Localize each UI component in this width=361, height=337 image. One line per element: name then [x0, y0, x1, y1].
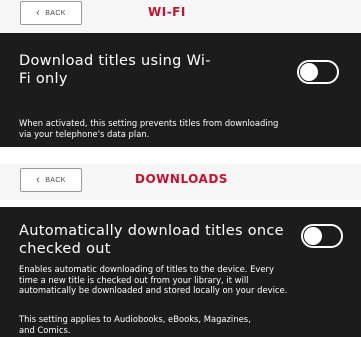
- downloads-description-line3: automatically be downloaded and stored l…: [19, 285, 288, 295]
- back-button-label: BACK: [45, 9, 66, 17]
- back-button[interactable]: ‹ BACK: [20, 1, 82, 25]
- wifi-setting-panel: Download titles using Wi- Fi only When a…: [0, 33, 361, 147]
- downloads-setting-title-line2: checked out: [19, 241, 111, 257]
- toggle-knob: [300, 63, 318, 81]
- downloads-note-line1: This setting applies to Audiobooks, eBoo…: [19, 314, 251, 324]
- back-button-label: BACK: [45, 176, 66, 184]
- chevron-left-icon: ‹: [36, 173, 41, 186]
- downloads-note-line2: and Comics.: [19, 324, 71, 335]
- wifi-setting-title-line1: Download titles using Wi-: [19, 53, 211, 69]
- wifi-setting-title-line2: Fi only: [19, 71, 68, 87]
- downloads-setting-title-line1: Automatically download titles once: [19, 223, 284, 239]
- wifi-description-line1: When activated, this setting prevents ti…: [19, 118, 279, 128]
- downloads-header: ‹ BACK DOWNLOADS: [0, 164, 361, 200]
- downloads-description-line1: Enables automatic downloading of titles …: [19, 264, 274, 274]
- wifi-setting-description: When activated, this setting prevents ti…: [19, 118, 343, 139]
- wifi-setting-title: Download titles using Wi- Fi only: [19, 52, 211, 88]
- page-title-wifi: WI-FI: [148, 5, 186, 19]
- page-title-downloads: DOWNLOADS: [135, 172, 228, 186]
- wifi-only-toggle[interactable]: [297, 60, 339, 84]
- chevron-left-icon: ‹: [36, 6, 41, 19]
- downloads-setting-panel: Automatically download titles once check…: [0, 207, 361, 337]
- downloads-setting-title: Automatically download titles once check…: [19, 222, 284, 258]
- downloads-description-line2: time a new title is checked out from you…: [19, 274, 249, 285]
- back-button[interactable]: ‹ BACK: [20, 168, 82, 192]
- wifi-description-line2: via your telephone's data plan.: [19, 128, 150, 139]
- downloads-setting-description: Enables automatic downloading of titles …: [19, 264, 343, 296]
- toggle-knob: [304, 227, 322, 245]
- wifi-header: ‹ BACK WI-FI: [0, 0, 361, 33]
- auto-download-toggle[interactable]: [301, 224, 343, 248]
- downloads-setting-note: This setting applies to Audiobooks, eBoo…: [19, 314, 343, 335]
